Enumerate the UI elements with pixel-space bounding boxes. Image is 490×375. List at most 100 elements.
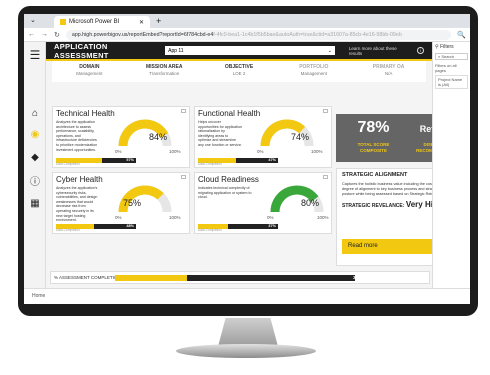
completion-label: 37% bbox=[268, 224, 276, 228]
card-note: Data Completion bbox=[198, 228, 222, 232]
zoom-icon[interactable]: 🔍 bbox=[457, 31, 466, 39]
header-mission-area: MISSION AREA Transformation bbox=[127, 61, 202, 82]
monitor-base bbox=[176, 344, 316, 358]
card-description: Helps uncover opportunities for applicat… bbox=[198, 120, 242, 147]
browser-tabbar: ⌄ Microsoft Power BI ✕ + bbox=[24, 14, 470, 28]
card-title: Functional Health bbox=[198, 109, 261, 118]
focus-mode-icon[interactable] bbox=[323, 109, 328, 113]
card-note: Data Completion bbox=[56, 162, 80, 166]
reload-icon[interactable]: ↻ bbox=[54, 31, 60, 39]
gauge-min: 0% bbox=[115, 149, 122, 154]
header-row: DOMAIN Management MISSION AREA Transformat… bbox=[52, 61, 426, 82]
header-value: Transformation bbox=[149, 71, 180, 76]
filters-search-input[interactable]: ⌕ Search bbox=[435, 53, 468, 60]
header-value: Management bbox=[76, 71, 103, 76]
gauge-max: 100% bbox=[317, 215, 329, 220]
filters-search-placeholder: Search bbox=[441, 54, 455, 59]
card-description: Analyzes the application architecture to… bbox=[56, 120, 98, 152]
gauge-max: 100% bbox=[169, 149, 181, 154]
gauge-min: 0% bbox=[257, 149, 264, 154]
hamburger-icon[interactable]: ☰ bbox=[24, 48, 46, 62]
filters-pane: ⚲ Filters ⌕ Search Filters on all pages … bbox=[432, 42, 470, 288]
powerbi-icon bbox=[60, 19, 66, 25]
header-key: DOMAIN bbox=[79, 64, 100, 70]
info-circle-icon[interactable]: i bbox=[417, 47, 425, 54]
app-select-value: App 11 bbox=[168, 47, 184, 54]
status-home-tab[interactable]: Home bbox=[32, 293, 45, 299]
forward-icon[interactable]: → bbox=[41, 31, 48, 38]
status-bar: Home bbox=[24, 288, 470, 304]
filter-value: is (All) bbox=[438, 82, 450, 87]
completion-label: 57% bbox=[126, 158, 134, 162]
card-title: Technical Health bbox=[56, 109, 115, 118]
learn-more-link[interactable]: Learn more about these results bbox=[349, 46, 408, 56]
gauge-value: 80% bbox=[301, 198, 320, 208]
browser-tab[interactable]: Microsoft Power BI ✕ bbox=[54, 16, 150, 28]
total-score-value: 78% bbox=[357, 119, 390, 136]
focus-mode-icon[interactable] bbox=[181, 109, 186, 113]
filter-card-project[interactable]: Project Name is (All) bbox=[435, 75, 468, 89]
focus-mode-icon[interactable] bbox=[181, 175, 186, 179]
address-bar: ← → ↻ app.high.powerbigov.us/reportEmbed… bbox=[24, 28, 470, 42]
completion-title: % ASSESSMENT COMPLETION bbox=[54, 275, 121, 280]
new-tab-icon[interactable]: + bbox=[156, 16, 161, 26]
filters-title: ⚲ Filters bbox=[435, 44, 454, 50]
gauge-value: 75% bbox=[123, 198, 142, 208]
card-note: Data Completion bbox=[198, 162, 222, 166]
header-key: PORTFOLIO bbox=[299, 64, 329, 70]
tab-title: Microsoft Power BI bbox=[69, 19, 120, 25]
technical-health-card: Technical Health Analyzes the applicatio… bbox=[52, 106, 190, 168]
filters-section-label: Filters on all pages bbox=[435, 63, 457, 73]
assessment-completion: % ASSESSMENT COMPLETION 30% bbox=[50, 271, 430, 284]
card-note: Data Completion bbox=[56, 228, 80, 232]
page-title: APPLICATION ASSESSMENT bbox=[54, 41, 109, 60]
header-portfolio: PORTFOLIO Management bbox=[276, 61, 351, 82]
home-icon[interactable]: ⌂ bbox=[24, 108, 46, 119]
gauge-max: 100% bbox=[311, 149, 323, 154]
layers-icon[interactable]: ◆ bbox=[24, 152, 46, 163]
header-domain: DOMAIN Management bbox=[52, 61, 127, 82]
app-select-dropdown[interactable]: App 11 ⌄ bbox=[165, 46, 335, 55]
gauge-value: 84% bbox=[149, 132, 168, 142]
completion-track: 30% bbox=[115, 275, 362, 281]
close-tab-icon[interactable]: ✕ bbox=[139, 19, 144, 26]
cloud-readiness-card: Cloud Readiness Indicates technical comp… bbox=[194, 172, 332, 234]
target-icon[interactable]: ◉ bbox=[24, 129, 46, 140]
gauge-value: 74% bbox=[291, 132, 310, 142]
header-key: MISSION AREA bbox=[145, 64, 183, 70]
back-icon[interactable]: ← bbox=[28, 31, 35, 38]
completion-value: 30% bbox=[353, 275, 363, 280]
chevron-down-icon: ⌄ bbox=[327, 47, 332, 54]
functional-health-card: Functional Health Helps uncover opportun… bbox=[194, 106, 332, 168]
gauge-min: 0% bbox=[115, 215, 122, 220]
header-value: Management bbox=[300, 71, 327, 76]
report-canvas: APPLICATION ASSESSMENT App 11 ⌄ Learn mo… bbox=[46, 41, 470, 288]
header-primary-oa: PRIMARY OA N/A bbox=[351, 61, 426, 82]
left-nav: ☰ ⌂ ◉ ◆ ⓘ ▦ bbox=[24, 42, 46, 288]
completion-label: 47% bbox=[268, 158, 276, 162]
relevance-label: STRATEGIC REVELANCE: bbox=[342, 203, 405, 210]
card-description: Indicates technical complexity of migrat… bbox=[198, 186, 252, 200]
read-more-label: Read more bbox=[348, 243, 378, 249]
url-query: f-4fc0-bea1-1c4b1f5b5bae&autoAuth=true&c… bbox=[213, 31, 402, 38]
card-title: Cyber Health bbox=[56, 175, 103, 184]
powerbi-app: ☰ ⌂ ◉ ◆ ⓘ ▦ APPLICATION ASSESSMENT App 1… bbox=[24, 42, 470, 304]
card-title: Cloud Readiness bbox=[198, 175, 259, 184]
filters-title-text: Filters bbox=[440, 44, 454, 50]
header-key: PRIMARY OA bbox=[372, 64, 405, 70]
cyber-health-card: Cyber Health Analyzes the application's … bbox=[52, 172, 190, 234]
url-text: app.high.powerbigov.us/reportEmbed?repor… bbox=[71, 31, 214, 38]
url-field[interactable]: app.high.powerbigov.us/reportEmbed?repor… bbox=[65, 29, 452, 40]
gauge-min: 0% bbox=[267, 215, 274, 220]
focus-mode-icon[interactable] bbox=[323, 175, 328, 179]
info-icon[interactable]: ⓘ bbox=[24, 173, 46, 188]
screen: ⌄ Microsoft Power BI ✕ + ← → ↻ app.high.… bbox=[24, 14, 470, 304]
header-value: LOE 2 bbox=[232, 71, 246, 76]
completion-fill bbox=[115, 275, 187, 281]
tab-list-icon[interactable]: ⌄ bbox=[30, 16, 36, 24]
card-description: Analyzes the application's cybersecurity… bbox=[56, 186, 98, 223]
top-banner: APPLICATION ASSESSMENT App 11 ⌄ Learn mo… bbox=[46, 41, 432, 60]
total-score-label: TOTAL SCORE COMPOSITE bbox=[357, 142, 390, 153]
grid-icon[interactable]: ▦ bbox=[24, 198, 46, 209]
header-objective: OBJECTIVE LOE 2 bbox=[202, 61, 277, 82]
